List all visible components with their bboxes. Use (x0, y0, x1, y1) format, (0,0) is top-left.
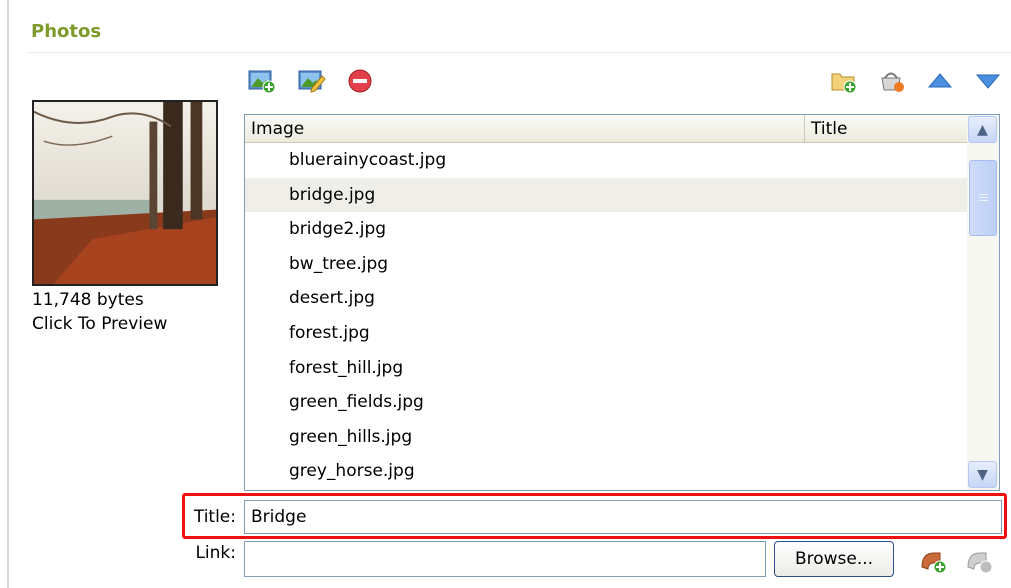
column-header-image[interactable]: Image (245, 115, 805, 143)
scroll-grip (979, 200, 988, 201)
chevron-down-icon: ▼ (977, 466, 988, 483)
browse-button[interactable]: Browse... (774, 541, 894, 577)
photo-thumbnail[interactable] (32, 100, 218, 286)
new-folder-icon[interactable] (830, 68, 858, 94)
add-image-icon[interactable] (248, 68, 276, 94)
list-item[interactable]: forest_hill.jpg (245, 351, 967, 386)
list-item[interactable]: bridge2.jpg (245, 212, 967, 247)
remove-icon[interactable] (346, 68, 374, 94)
scroll-down-button[interactable]: ▼ (968, 461, 997, 488)
left-divider (7, 0, 9, 588)
list-item[interactable]: bluerainycoast.jpg (245, 143, 967, 178)
section-rule (27, 52, 1011, 53)
basket-icon[interactable] (878, 68, 906, 94)
vertical-scrollbar[interactable]: ▲ ▼ (967, 115, 999, 490)
insert-link-icon[interactable] (918, 545, 948, 575)
link-label: Link: (195, 543, 236, 563)
list-item-selected[interactable]: bridge.jpg (245, 177, 967, 213)
file-size: 11,748 bytes (32, 290, 144, 310)
section-title: Photos (31, 21, 102, 42)
list-item[interactable]: forest.jpg (245, 316, 967, 351)
move-down-icon[interactable] (974, 68, 1002, 94)
move-up-icon[interactable] (926, 68, 954, 94)
chevron-up-icon: ▲ (977, 121, 988, 138)
list-item[interactable]: desert.jpg (245, 281, 967, 316)
scroll-grip (979, 197, 988, 198)
list-item[interactable]: green_fields.jpg (245, 385, 967, 420)
edit-image-icon[interactable] (298, 68, 326, 94)
scroll-up-button[interactable]: ▲ (968, 116, 997, 143)
title-input[interactable] (244, 500, 1002, 534)
list-item[interactable]: grey_horse.jpg (245, 454, 967, 489)
list-item[interactable]: green_hills.jpg (245, 420, 967, 455)
scroll-grip (979, 194, 988, 195)
click-to-preview-link[interactable]: Click To Preview (32, 314, 167, 334)
list-item[interactable]: bw_tree.jpg (245, 247, 967, 282)
scroll-thumb[interactable] (969, 160, 997, 236)
remove-link-icon[interactable] (964, 545, 994, 575)
title-label: Title: (193, 507, 236, 527)
column-header-title[interactable]: Title (805, 115, 967, 143)
link-input[interactable] (244, 541, 766, 577)
image-list[interactable]: Image Title bluerainycoast.jpg bridge.jp… (244, 114, 1000, 491)
